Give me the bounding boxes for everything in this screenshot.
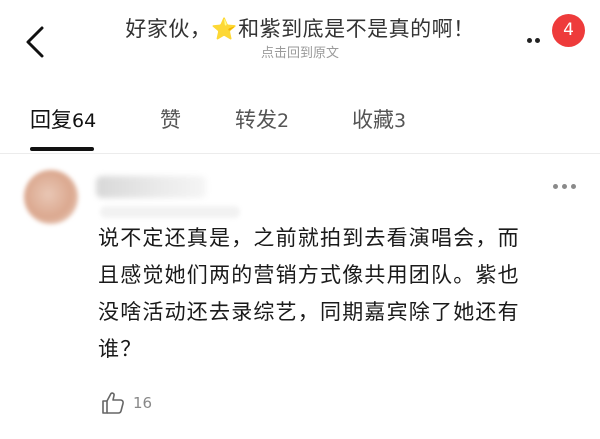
title-suffix: 和紫到底是不是真的啊！ — [238, 17, 475, 41]
comment-more-icon[interactable] — [553, 184, 577, 190]
tab-count: 64 — [72, 110, 97, 132]
comment-line: 没啥活动还去录综艺，同期嘉宾除了她还有 — [98, 300, 520, 324]
dot — [535, 38, 540, 43]
comment-line: 说不定还真是，之前就拍到去看演唱会，而 — [98, 226, 520, 250]
back-to-original-link[interactable]: 点击回到原文 — [80, 46, 520, 62]
active-tab-indicator — [30, 147, 94, 151]
comment-meta-blurred — [100, 206, 240, 218]
like-count: 16 — [133, 394, 153, 412]
tab-label: 回复 — [30, 108, 72, 132]
comment-item: 说不定还真是，之前就拍到去看演唱会，而 且感觉她们两的营销方式像共用团队。紫也 … — [0, 154, 600, 439]
title-prefix: 好家伙， — [125, 17, 212, 41]
username-blurred[interactable] — [96, 176, 206, 198]
tab-label: 收藏 — [352, 108, 394, 132]
tab-bar: 回复64 赞 转发2 收藏3 — [0, 96, 600, 151]
more-options-icon[interactable] — [527, 30, 547, 50]
tab-likes[interactable]: 赞 — [160, 104, 181, 134]
comment-text: 说不定还真是，之前就拍到去看演唱会，而 且感觉她们两的营销方式像共用团队。紫也 … — [98, 220, 588, 368]
tab-label: 转发 — [235, 108, 277, 132]
dot — [571, 184, 576, 189]
dot — [553, 184, 558, 189]
tab-count: 2 — [277, 110, 290, 132]
tab-count: 3 — [394, 110, 407, 132]
dot — [562, 184, 567, 189]
comment-line: 且感觉她们两的营销方式像共用团队。紫也 — [98, 263, 520, 287]
dot — [527, 38, 532, 43]
tab-favorites[interactable]: 收藏3 — [352, 104, 406, 134]
avatar[interactable] — [24, 170, 78, 224]
tab-label: 赞 — [160, 108, 181, 132]
tab-reposts[interactable]: 转发2 — [235, 104, 289, 134]
top-bar: 好家伙，⭐和紫到底是不是真的啊！ 点击回到原文 4 — [0, 0, 600, 78]
comment-line: 谁？ — [98, 337, 143, 361]
thumbs-up-icon — [102, 392, 124, 414]
notification-badge[interactable]: 4 — [552, 14, 585, 47]
star-icon: ⭐ — [211, 17, 239, 41]
post-title-link[interactable]: 好家伙，⭐和紫到底是不是真的啊！ 点击回到原文 — [80, 14, 520, 62]
post-title: 好家伙，⭐和紫到底是不是真的啊！ — [80, 14, 520, 44]
back-arrow-icon[interactable] — [22, 24, 52, 60]
tab-replies[interactable]: 回复64 — [30, 104, 96, 134]
